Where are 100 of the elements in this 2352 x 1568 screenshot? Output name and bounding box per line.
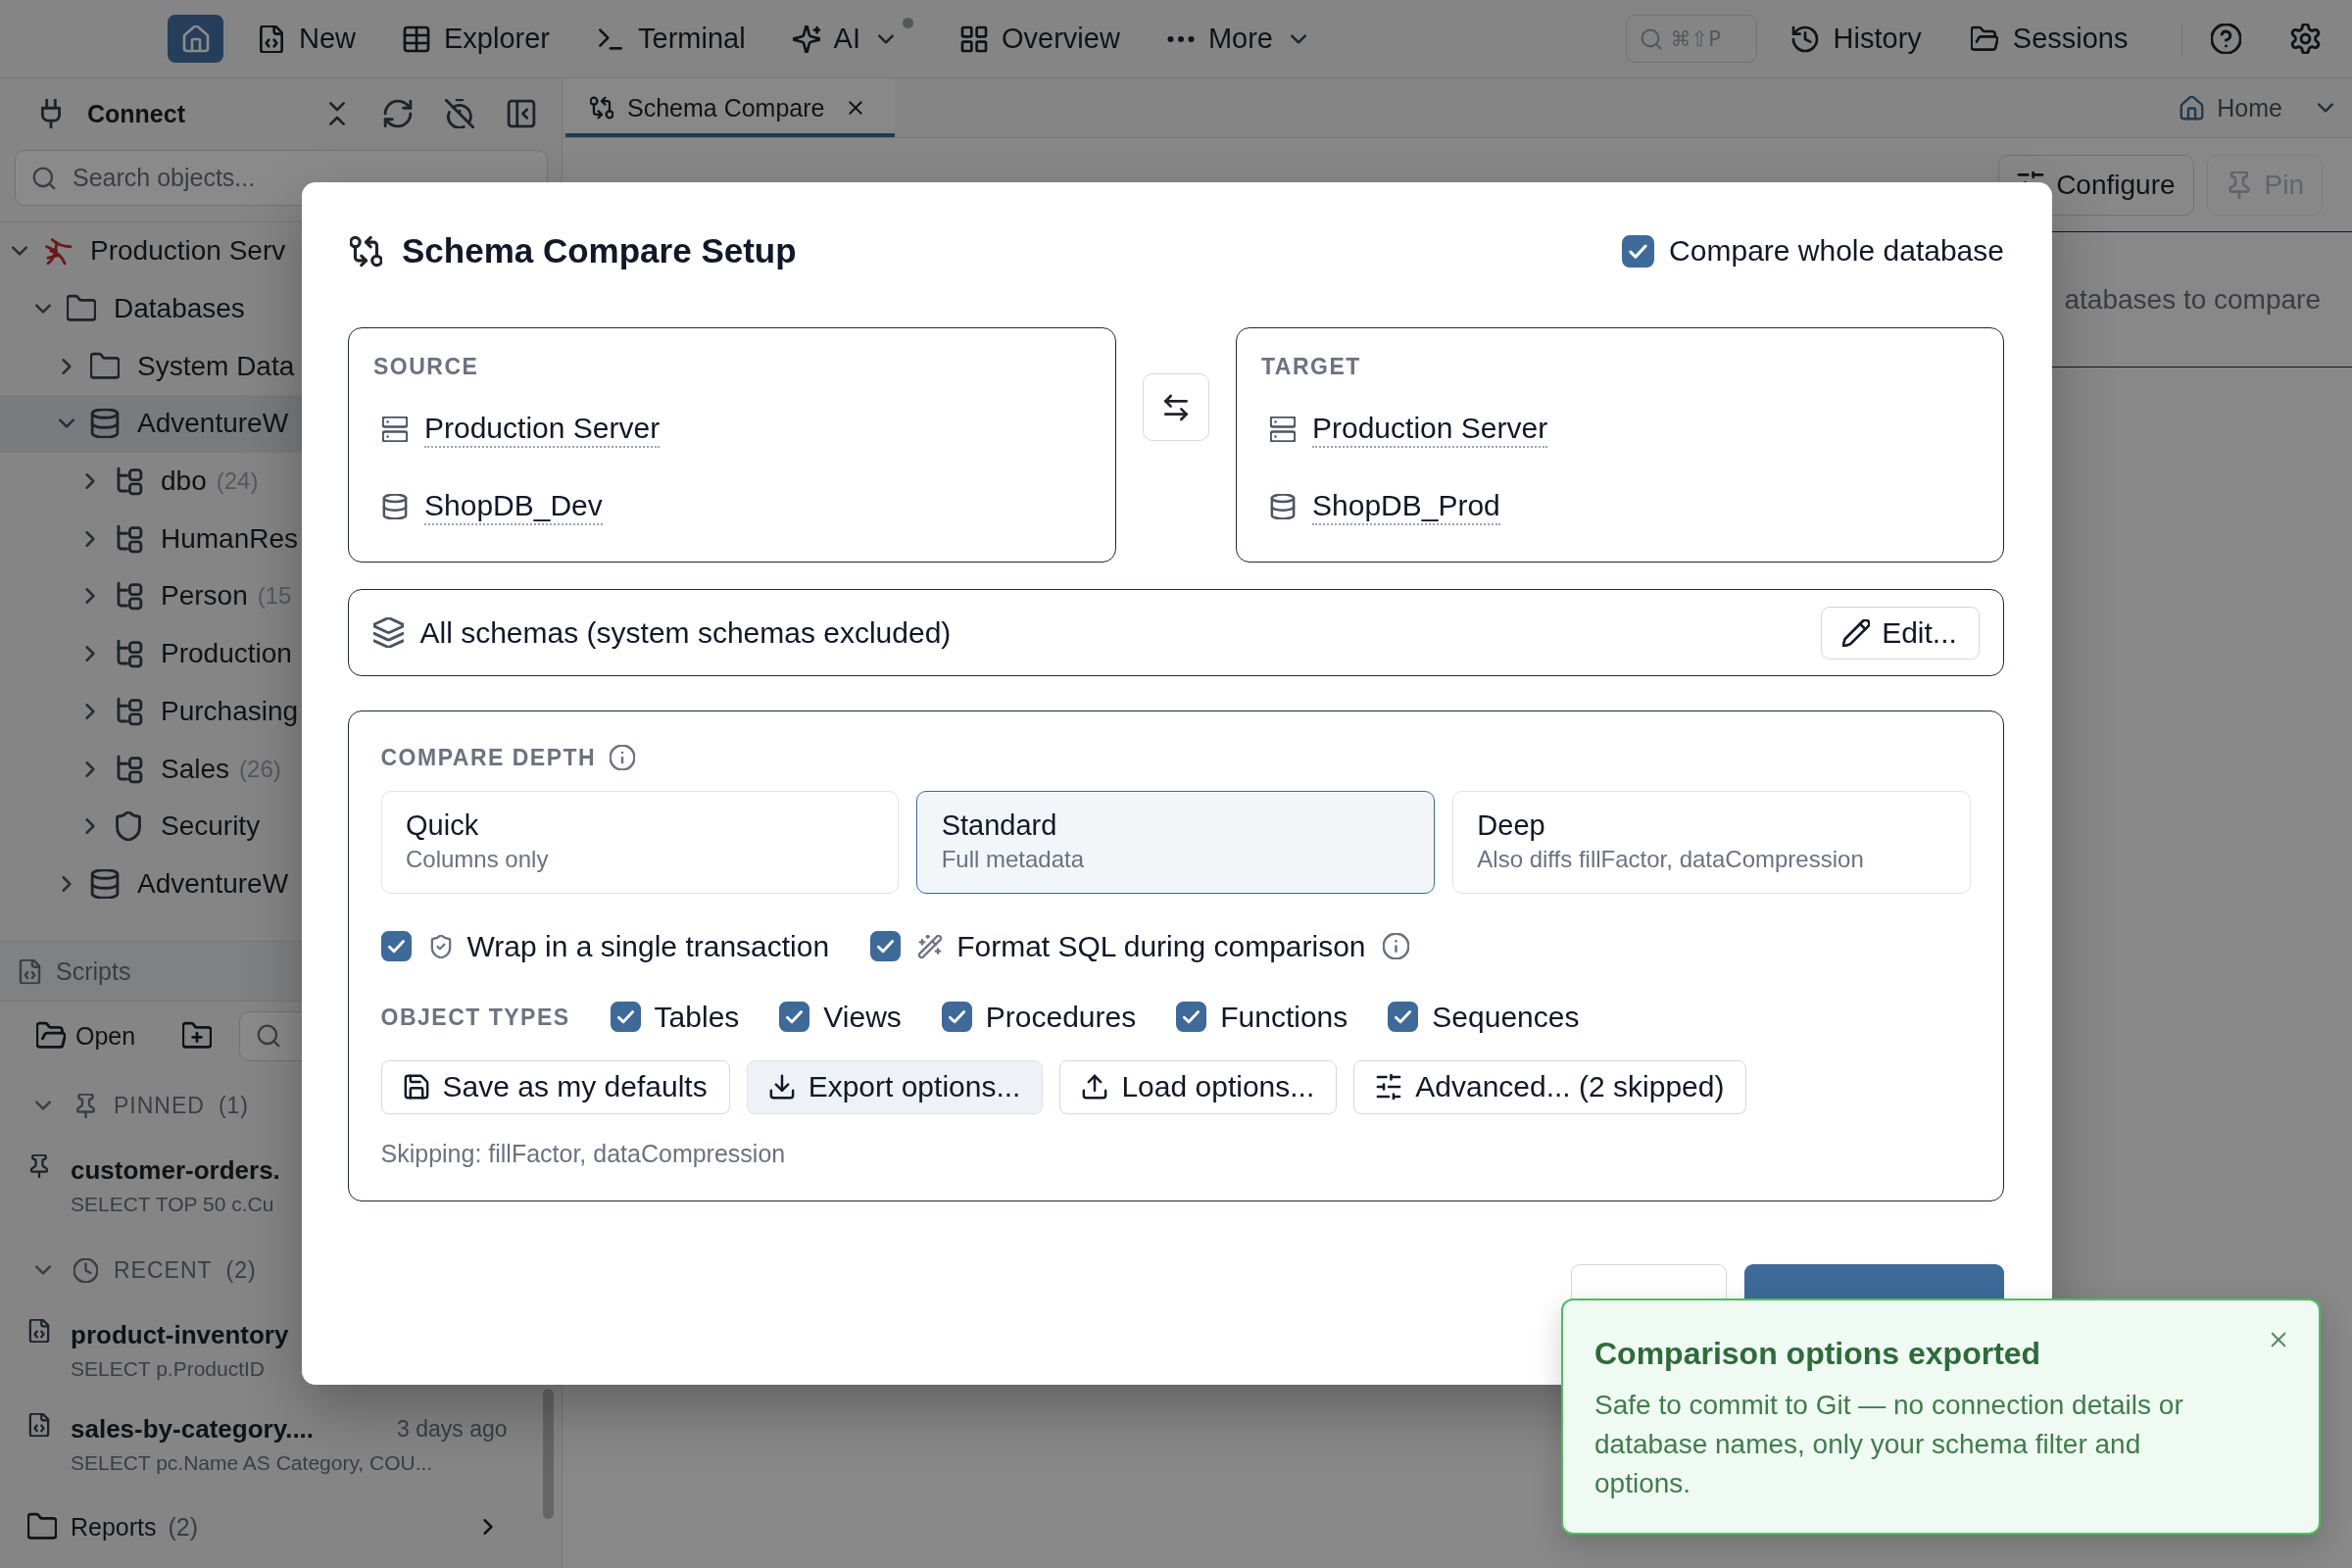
toast-message: Safe to commit to Git — no connection details or database names, only your schema filter and options. xyxy=(1594,1389,2184,1500)
table-icon xyxy=(403,24,430,53)
grid-icon xyxy=(960,24,988,53)
toolbar-button[interactable]: History xyxy=(1790,23,1922,55)
database-selector[interactable]: ShopDB_Prod xyxy=(1312,487,1500,525)
note-text: Skipping: fillFactor, dataCompression xyxy=(380,1138,786,1168)
script-item[interactable]: product-inventory SELECT p.ProductID xyxy=(27,1305,289,1399)
panel-title: Connect xyxy=(87,99,185,128)
home-menu[interactable]: Home xyxy=(2180,78,2352,137)
folder-open-icon xyxy=(1970,24,1998,53)
tree-item[interactable]: Databases xyxy=(31,279,245,338)
toolbar-button[interactable]: Sessions xyxy=(1970,23,2129,55)
search-icon xyxy=(257,1024,281,1048)
file-code-icon xyxy=(27,1413,51,1437)
help-icon[interactable] xyxy=(2211,24,2241,54)
action-button[interactable]: Export options... xyxy=(746,1059,1044,1114)
group-header[interactable]: RECENT (2) xyxy=(34,1235,257,1305)
database-icon xyxy=(1270,493,1296,519)
section-title: Scripts xyxy=(56,956,131,986)
search-icon xyxy=(1640,27,1662,50)
server-selector[interactable]: Production Server xyxy=(424,410,661,448)
section-label: OBJECT TYPES xyxy=(380,1003,570,1031)
nav-button[interactable]: More xyxy=(1166,15,1307,63)
folder-plus-icon[interactable] xyxy=(182,1021,213,1051)
database-icon xyxy=(90,409,120,439)
scrollbar-thumb[interactable] xyxy=(543,1389,554,1519)
database-icon xyxy=(382,493,408,519)
timer-off-icon[interactable] xyxy=(445,99,474,128)
action-button[interactable]: Save as my defaults xyxy=(380,1059,730,1114)
tree-item[interactable]: Security xyxy=(78,797,261,856)
script-item[interactable]: sales-by-category.... 3 days ago SELECT pc.Name AS Category, COU... xyxy=(27,1399,508,1494)
folder-icon xyxy=(90,351,120,381)
pencil-icon xyxy=(1842,618,1871,647)
folder-row[interactable]: Reports (2) xyxy=(27,1494,497,1560)
depth-option[interactable]: Standard Full metadata xyxy=(916,790,1435,894)
nav-button[interactable]: Explorer xyxy=(403,15,550,63)
tree-item[interactable]: Purchasing xyxy=(78,682,299,741)
checkbox[interactable] xyxy=(610,1002,641,1032)
sparkles-icon xyxy=(792,24,820,53)
panel-toggle-icon[interactable] xyxy=(507,99,536,128)
tree-item[interactable]: Production Serv xyxy=(8,222,286,280)
checkbox[interactable] xyxy=(1622,234,1655,268)
nav-button[interactable]: AI xyxy=(792,15,913,63)
action-button[interactable]: Advanced... (2 skipped) xyxy=(1353,1059,1747,1114)
checkbox-label: Wrap in a single transaction xyxy=(466,929,830,963)
server-selector[interactable]: Production Server xyxy=(1312,410,1548,448)
checkbox[interactable] xyxy=(1388,1002,1419,1032)
ellipsis-icon xyxy=(1166,35,1195,42)
file-code-icon xyxy=(18,958,42,984)
nav-button[interactable]: New xyxy=(258,15,356,63)
home-icon xyxy=(2180,95,2205,121)
sliders-icon xyxy=(1376,1074,1402,1100)
tree-item[interactable]: HumanRes xyxy=(78,510,299,568)
group-header[interactable]: PINNED (1) xyxy=(34,1070,250,1141)
script-item[interactable]: customer-orders. SELECT TOP 50 c.Cu xyxy=(27,1141,280,1235)
nav-button[interactable]: Terminal xyxy=(597,15,746,63)
compare-arrows-icon xyxy=(590,96,613,120)
shield-check-icon xyxy=(428,934,453,958)
tree-item[interactable]: Production xyxy=(78,624,292,683)
server-icon xyxy=(1270,416,1296,442)
toast-title: Comparison options exported xyxy=(1594,1336,2041,1371)
dialog-title: Schema Compare Setup xyxy=(402,231,797,270)
checkbox[interactable] xyxy=(870,931,902,961)
history-icon xyxy=(1790,24,1819,53)
settings-icon[interactable] xyxy=(2290,24,2321,54)
action-button[interactable]: Load options... xyxy=(1059,1059,1338,1114)
schema-filter-text: All schemas (system schemas excluded) xyxy=(419,615,952,650)
checkbox-label: Sequences xyxy=(1432,1000,1580,1034)
search-icon xyxy=(32,166,56,190)
home-button[interactable] xyxy=(168,15,223,63)
depth-option[interactable]: Quick Columns only xyxy=(380,790,900,894)
nav-button[interactable]: Overview xyxy=(960,15,1120,63)
shield-icon xyxy=(114,811,143,842)
open-button[interactable]: Open xyxy=(36,1021,136,1051)
swap-arrows-icon xyxy=(1162,393,1190,421)
depth-option[interactable]: Deep Also diffs fillFactor, dataCompression xyxy=(1451,790,1971,894)
checkbox[interactable] xyxy=(941,1002,972,1032)
section-label: COMPARE DEPTH xyxy=(380,743,597,771)
checkbox[interactable] xyxy=(1176,1002,1207,1032)
refresh-icon[interactable] xyxy=(383,99,413,128)
checkbox[interactable] xyxy=(779,1002,810,1032)
tree-item[interactable]: AdventureW xyxy=(55,855,289,913)
tree-item[interactable]: System Data xyxy=(55,337,295,396)
folder-open-icon xyxy=(36,1021,66,1051)
checkbox-label: Format SQL during comparison xyxy=(956,929,1366,963)
section-label: TARGET xyxy=(1261,352,1361,380)
magic-wand-icon xyxy=(918,934,943,958)
checkbox-label: Procedures xyxy=(985,1000,1137,1034)
edit-button[interactable]: Edit... xyxy=(1820,606,1980,660)
pin-icon xyxy=(74,1093,98,1118)
upload-icon xyxy=(1082,1074,1108,1100)
checkbox[interactable] xyxy=(380,931,412,961)
download-icon xyxy=(768,1074,795,1100)
layers-icon xyxy=(372,617,404,648)
section-label: SOURCE xyxy=(373,352,479,380)
database-selector[interactable]: ShopDB_Dev xyxy=(424,487,603,525)
empty-state-text: atabases to compare xyxy=(2064,283,2321,316)
server-icon xyxy=(382,416,408,442)
swap-button[interactable] xyxy=(1143,373,1209,441)
checkbox-label: Functions xyxy=(1220,1000,1348,1034)
